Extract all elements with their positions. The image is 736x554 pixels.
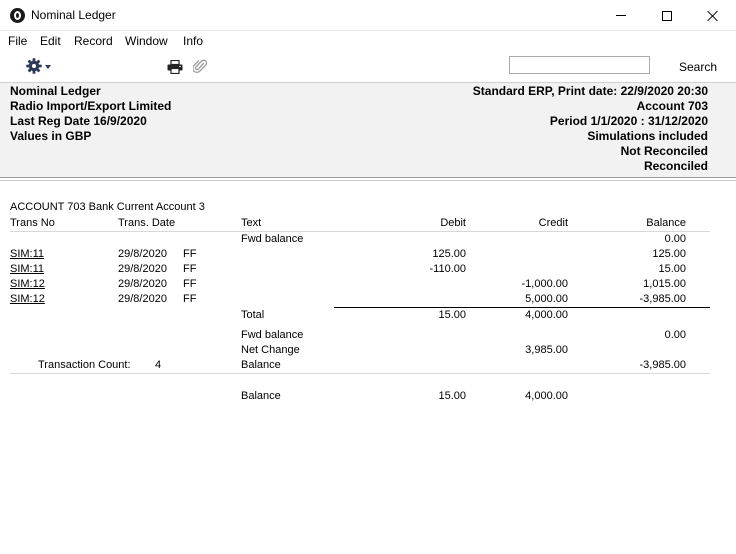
gear-icon[interactable] [26,58,42,74]
close-icon [707,10,719,22]
report-body: ACCOUNT 703 Bank Current Account 3 Trans… [0,181,736,554]
report-period: Period 1/1/2020 : 31/12/2020 [549,114,708,128]
summary-divider [10,373,710,374]
menu-window[interactable]: Window [125,34,168,48]
trans-no-link[interactable]: SIM:11 [10,248,44,260]
report-name: Nominal Ledger [10,84,101,98]
menu-bar: File Edit Record Window Info [0,31,736,51]
last-reg-date: Last Reg Date 16/9/2020 [10,114,147,128]
account-title: ACCOUNT 703 Bank Current Account 3 [10,201,205,213]
simulations-included: Simulations included [587,129,708,143]
trans-date: 29/8/2020 [118,263,167,275]
col-header-trans-date: Trans. Date [118,217,176,229]
balance-value: 125.00 [652,248,686,260]
values-currency: Values in GBP [10,129,92,143]
search-input[interactable] [509,56,650,74]
trans-date: 29/8/2020 [118,248,167,260]
col-header-text: Text [241,217,262,229]
col-header-trans-no: Trans No [10,217,55,229]
account-number: Account 703 [636,99,708,113]
close-button[interactable] [690,0,736,31]
debit-value: 125.00 [432,248,466,260]
trans-type: FF [183,293,197,305]
total-label: Total [241,309,265,321]
total-credit: 4,000.00 [525,309,568,321]
col-header-credit: Credit [538,217,568,229]
trans-no-link[interactable]: SIM:11 [10,263,44,275]
trans-no-link[interactable]: SIM:12 [10,278,45,290]
col-header-balance: Balance [646,217,686,229]
trans-type: FF [183,263,197,275]
window-title: Nominal Ledger [31,8,116,22]
print-info: Standard ERP, Print date: 22/9/2020 20:3… [472,84,708,98]
balance-value: -3,985.00 [639,293,686,305]
not-reconciled: Not Reconciled [620,144,708,158]
menu-info[interactable]: Info [183,34,203,48]
debit-value: -110.00 [429,263,467,275]
reconciled: Reconciled [643,159,708,173]
menu-edit[interactable]: Edit [40,34,61,48]
net-change-credit: 3,985.00 [525,344,568,356]
credit-value: 5,000.00 [525,293,568,305]
transaction-count-label: Transaction Count: [38,359,131,371]
transaction-count: 4 [155,359,162,371]
credit-value: -1,000.00 [521,278,568,290]
menu-file[interactable]: File [8,34,27,48]
app-logo-icon [10,8,25,23]
trans-date: 29/8/2020 [118,278,167,290]
trans-type: FF [183,278,197,290]
print-icon[interactable] [167,60,183,74]
search-button[interactable]: Search [679,60,717,74]
fwd-balance-label: Fwd balance [241,233,304,245]
summary-balance: -3,985.00 [639,359,686,371]
total-debit: 15.00 [438,309,466,321]
minimize-button[interactable] [598,0,644,31]
menu-record[interactable]: Record [74,34,113,48]
title-bar: Nominal Ledger [0,0,736,31]
summary-fwd-balance: 0.00 [664,329,686,341]
minimize-icon [616,15,626,16]
total-rule [334,307,710,308]
maximize-icon [662,10,672,21]
net-change-label: Net Change [241,344,300,356]
summary-balance-label: Balance [241,359,281,371]
trans-type: FF [183,248,197,260]
trans-date: 29/8/2020 [118,293,167,305]
grand-balance-label: Balance [241,390,281,402]
company-name: Radio Import/Export Limited [10,99,172,113]
report-header: Nominal Ledger Radio Import/Export Limit… [0,83,736,178]
toolbar: Search [0,51,736,83]
header-underline [10,231,710,232]
trans-no-link[interactable]: SIM:12 [10,293,45,305]
col-header-debit: Debit [440,217,466,229]
grand-debit: 15.00 [438,390,466,402]
balance-value: 1,015.00 [643,278,686,290]
fwd-balance-value: 0.00 [664,233,686,245]
grand-credit: 4,000.00 [525,390,568,402]
summary-fwd-label: Fwd balance [241,329,304,341]
chevron-down-icon[interactable] [45,65,51,69]
paperclip-icon[interactable] [193,58,207,75]
maximize-button[interactable] [644,0,690,31]
balance-value: 15.00 [658,263,686,275]
